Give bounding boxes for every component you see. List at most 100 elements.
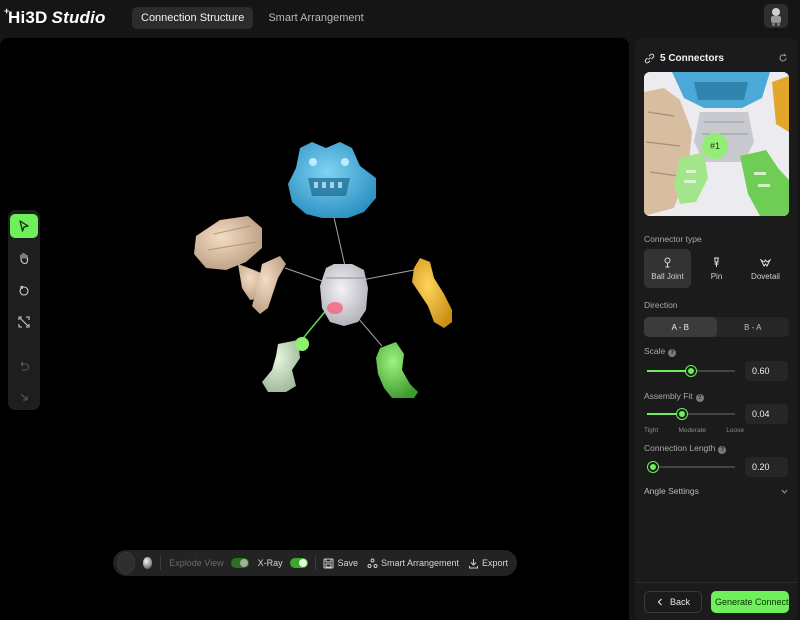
select-arrow-icon bbox=[19, 220, 29, 232]
connector-preview[interactable]: #1 bbox=[644, 72, 789, 216]
right-leg-part[interactable] bbox=[376, 342, 418, 398]
scale-label-text: Scale bbox=[644, 346, 666, 356]
head-part[interactable] bbox=[288, 142, 376, 218]
undo-tool[interactable] bbox=[10, 354, 38, 378]
shading-sphere-icon[interactable] bbox=[142, 557, 153, 569]
main-tabs: Connection Structure Smart Arrangement bbox=[132, 7, 373, 29]
toolbar-divider bbox=[314, 556, 316, 570]
pin-option[interactable]: Pin bbox=[693, 249, 740, 288]
fit-scale-labels: Tight Moderate Loose bbox=[644, 427, 744, 434]
direction-a-b[interactable]: A - B bbox=[644, 317, 717, 337]
help-icon[interactable]: ? bbox=[668, 349, 677, 357]
dovetail-icon bbox=[760, 258, 771, 267]
dovetail-label: Dovetail bbox=[751, 271, 780, 281]
fit-moderate-label: Moderate bbox=[678, 427, 706, 434]
left-arm-part[interactable] bbox=[194, 216, 286, 314]
angle-settings-label: Angle Settings bbox=[644, 486, 699, 496]
right-arm-part[interactable] bbox=[412, 258, 452, 328]
help-icon[interactable]: ? bbox=[718, 446, 727, 454]
toolbar-divider bbox=[160, 556, 162, 570]
connection-length-label-text: Connection Length bbox=[644, 443, 716, 453]
explode-view-toggle[interactable] bbox=[230, 558, 249, 568]
assembly-fit-slider[interactable] bbox=[647, 409, 735, 419]
rotate-tool[interactable] bbox=[10, 278, 38, 302]
assembly-fit-label-text: Assembly Fit bbox=[644, 391, 693, 401]
top-bar: + Hi3D Studio Connection Structure Smart … bbox=[0, 0, 800, 36]
scale-label: Scale? bbox=[644, 346, 677, 357]
model-scene[interactable] bbox=[0, 38, 629, 620]
app-logo[interactable]: + Hi3D Studio bbox=[4, 6, 106, 28]
panel-footer-divider bbox=[635, 582, 798, 583]
chevron-left-icon bbox=[657, 598, 662, 606]
scale-value[interactable]: 0.60 bbox=[745, 361, 788, 381]
tools-divider bbox=[8, 342, 40, 354]
user-avatar[interactable] bbox=[764, 4, 788, 28]
scale-slider-fill bbox=[647, 370, 691, 372]
save-icon bbox=[323, 558, 334, 568]
generate-connectors-button[interactable]: Generate Connectors bbox=[711, 591, 789, 613]
redo-icon bbox=[20, 393, 28, 401]
smart-arrangement-button[interactable]: Smart Arrangement bbox=[367, 558, 459, 569]
export-label: Export bbox=[482, 558, 509, 568]
rotate-icon bbox=[19, 285, 29, 296]
explode-view-control[interactable]: Explode View bbox=[169, 558, 249, 568]
export-icon bbox=[469, 558, 478, 568]
ball-joint-option[interactable]: Ball Joint bbox=[644, 249, 691, 288]
logo-studio: Studio bbox=[51, 8, 106, 27]
undo-icon bbox=[20, 361, 30, 371]
scale-slider-knob[interactable] bbox=[686, 366, 696, 376]
preview-render: #1 bbox=[644, 72, 789, 216]
tab-connection-structure[interactable]: Connection Structure bbox=[132, 7, 254, 29]
dovetail-option[interactable]: Dovetail bbox=[742, 249, 789, 288]
save-label: Save bbox=[337, 558, 358, 568]
pan-tool[interactable] bbox=[10, 246, 38, 270]
back-label: Back bbox=[669, 597, 690, 607]
link-icon bbox=[644, 53, 655, 63]
fit-view-tool[interactable] bbox=[10, 310, 38, 334]
redo-tool[interactable] bbox=[10, 386, 38, 410]
connection-length-slider[interactable] bbox=[647, 462, 735, 472]
pin-label: Pin bbox=[710, 271, 723, 281]
logo-name: Hi3D bbox=[8, 8, 48, 27]
hand-pan-icon bbox=[20, 252, 29, 265]
help-icon[interactable]: ? bbox=[695, 394, 704, 402]
connector-badge: #1 bbox=[710, 141, 720, 151]
logo-tick-mark: + bbox=[4, 6, 10, 16]
export-button[interactable]: Export bbox=[468, 558, 508, 569]
select-tool[interactable] bbox=[10, 214, 38, 238]
connector-type-label: Connector type bbox=[644, 234, 702, 244]
xray-control[interactable]: X-Ray bbox=[258, 558, 308, 568]
assembly-fit-value[interactable]: 0.04 bbox=[745, 404, 788, 424]
tool-palette bbox=[8, 210, 40, 410]
explode-view-label: Explode View bbox=[169, 558, 224, 568]
connector-type-group: Ball Joint Pin Dovetail bbox=[644, 249, 789, 288]
back-button[interactable]: Back bbox=[644, 591, 702, 613]
direction-toggle: A - B B - A bbox=[644, 317, 789, 337]
direction-label: Direction bbox=[644, 300, 678, 310]
angle-settings-row[interactable]: Angle Settings bbox=[644, 486, 789, 496]
3d-viewport[interactable] bbox=[0, 38, 629, 620]
tab-smart-arrangement[interactable]: Smart Arrangement bbox=[259, 7, 372, 29]
refresh-icon[interactable] bbox=[778, 53, 788, 63]
material-swatch-button[interactable] bbox=[117, 552, 135, 574]
assembly-fit-slider-knob[interactable] bbox=[677, 409, 688, 419]
fit-loose-label: Loose bbox=[726, 427, 744, 434]
xray-toggle[interactable] bbox=[289, 558, 308, 568]
arrangement-icon bbox=[367, 558, 378, 568]
save-button[interactable]: Save bbox=[323, 558, 358, 569]
ball-joint-icon bbox=[664, 257, 671, 267]
avatar-figure-icon bbox=[764, 4, 788, 28]
smart-arrangement-label: Smart Arrangement bbox=[380, 558, 459, 568]
chevron-down-icon bbox=[781, 489, 788, 494]
connection-length-value[interactable]: 0.20 bbox=[745, 457, 788, 477]
panel-title: 5 Connectors bbox=[660, 52, 724, 64]
body-part[interactable] bbox=[320, 264, 368, 326]
connector-panel: 5 Connectors #1 Connector type Ball Join… bbox=[635, 38, 798, 620]
left-leg-part[interactable] bbox=[262, 337, 309, 392]
direction-b-a[interactable]: B - A bbox=[717, 317, 790, 337]
joint-marker[interactable] bbox=[295, 337, 309, 351]
scale-slider[interactable] bbox=[647, 366, 735, 376]
xray-label: X-Ray bbox=[257, 558, 283, 568]
view-toolbar: Explode View X-Ray Save Smart Arrangemen… bbox=[113, 550, 517, 576]
connection-length-slider-knob[interactable] bbox=[648, 462, 659, 472]
